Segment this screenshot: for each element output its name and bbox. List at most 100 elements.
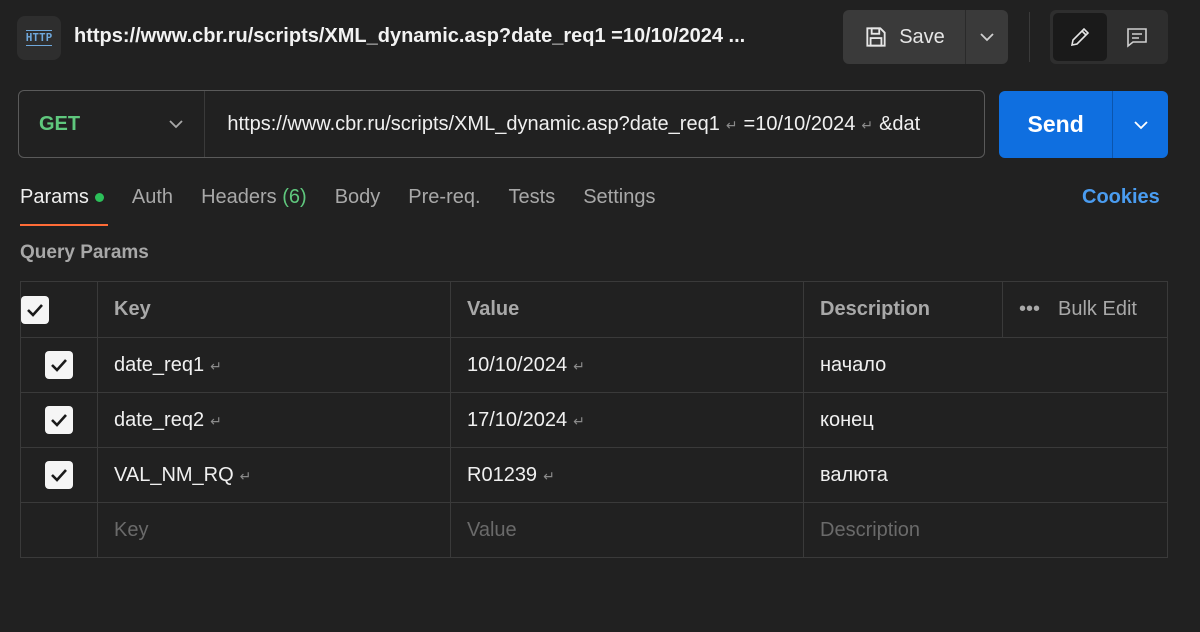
url-part: =10/10/2024 [743, 112, 856, 135]
description-header-label: Description [820, 298, 931, 320]
tab-label: Pre-req. [408, 186, 481, 208]
query-params-table: Key Value Description ••• Bulk Edit date… [20, 281, 1168, 558]
more-options-icon[interactable]: ••• [1019, 298, 1040, 321]
row-checkbox-cell [20, 337, 98, 393]
edit-button[interactable] [1053, 13, 1107, 61]
send-options-button[interactable] [1112, 91, 1168, 158]
new-value-input[interactable]: Value [450, 502, 804, 558]
url-bar: GET https://www.cbr.ru/scripts/XML_dynam… [18, 90, 985, 158]
param-key-cell[interactable]: VAL_NM_RQ ↵ [97, 447, 451, 503]
param-description-cell[interactable]: конец [803, 392, 1168, 448]
param-key: date_req2 [114, 408, 205, 431]
return-icon: ↵ [573, 412, 585, 429]
param-key-cell[interactable]: date_req1 ↵ [97, 337, 451, 393]
param-value: 10/10/2024 [467, 353, 568, 376]
comment-icon [1127, 28, 1147, 48]
save-icon [866, 27, 886, 47]
tab-headers[interactable]: Headers (6) [201, 186, 307, 226]
row-checkbox[interactable] [45, 351, 73, 379]
tab-label: Headers [201, 186, 277, 208]
tab-label: Settings [583, 186, 656, 208]
table-row: date_req1 ↵ 10/10/2024 ↵ начало [20, 337, 1168, 393]
toolbar-divider [1029, 12, 1030, 62]
param-value-cell[interactable]: R01239 ↵ [450, 447, 804, 503]
chevron-down-icon [169, 120, 183, 129]
new-param-row: Key Value Description [20, 502, 1168, 558]
param-description: начало [820, 353, 887, 376]
param-key-cell[interactable]: date_req2 ↵ [97, 392, 451, 448]
checkmark-icon [51, 469, 67, 482]
return-icon: ↵ [573, 357, 585, 374]
return-icon: ↵ [210, 412, 222, 429]
headers-count: (6) [282, 186, 307, 208]
http-request-icon: HTTP [17, 16, 61, 60]
active-dot-icon [94, 193, 104, 203]
tab-pre-request[interactable]: Pre-req. [408, 186, 480, 226]
tab-label: Body [334, 186, 381, 208]
tab-tests[interactable]: Tests [509, 186, 556, 226]
value-placeholder: Value [467, 518, 517, 541]
method-label: GET [39, 112, 81, 135]
tab-label: Params [20, 186, 89, 208]
tab-params[interactable]: Params [20, 186, 108, 226]
row-checkbox[interactable] [45, 461, 73, 489]
active-tab-indicator [20, 224, 108, 226]
param-description-cell[interactable]: начало [803, 337, 1168, 393]
description-column-header: Description ••• Bulk Edit [803, 281, 1168, 338]
return-icon: ↵ [543, 467, 555, 484]
checkmark-icon [51, 414, 67, 427]
request-tabs: Params Auth Headers (6) Body Pre-req. Te… [20, 186, 683, 226]
select-all-checkbox[interactable] [21, 295, 49, 324]
send-button[interactable]: Send [999, 91, 1112, 158]
tab-label: Tests [508, 186, 556, 208]
param-value: 17/10/2024 [467, 408, 568, 431]
row-checkbox-cell [20, 392, 98, 448]
value-column-header: Value [450, 281, 804, 338]
return-icon: ↵ [210, 357, 222, 374]
param-description: конец [820, 408, 874, 431]
tab-settings[interactable]: Settings [583, 186, 655, 226]
new-description-input[interactable]: Description [803, 502, 1168, 558]
url-input[interactable]: https://www.cbr.ru/scripts/XML_dynamic.a… [205, 113, 984, 136]
param-value-cell[interactable]: 17/10/2024 ↵ [450, 392, 804, 448]
cookies-link[interactable]: Cookies [1082, 186, 1160, 209]
description-placeholder: Description [820, 518, 921, 541]
save-label: Save [899, 25, 945, 48]
table-row: VAL_NM_RQ ↵ R01239 ↵ валюта [20, 447, 1168, 503]
send-button-group: Send [999, 91, 1168, 158]
chevron-down-icon [980, 33, 994, 42]
key-column-header: Key [97, 281, 451, 338]
return-icon: ↵ [239, 467, 252, 484]
param-key: date_req1 [114, 353, 205, 376]
param-description-cell[interactable]: валюта [803, 447, 1168, 503]
query-params-title: Query Params [20, 242, 149, 263]
bulk-edit-button[interactable]: Bulk Edit [1058, 298, 1137, 321]
checkmark-icon [27, 303, 43, 317]
row-checkbox[interactable] [45, 406, 73, 434]
tab-label: Auth [131, 186, 174, 208]
return-icon: ↵ [725, 116, 738, 133]
key-placeholder: Key [114, 518, 149, 541]
new-key-input[interactable]: Key [97, 502, 451, 558]
request-title[interactable]: https://www.cbr.ru/scripts/XML_dynamic.a… [74, 25, 804, 48]
comments-button[interactable] [1110, 13, 1164, 61]
url-part: https://www.cbr.ru/scripts/XML_dynamic.a… [227, 112, 720, 135]
method-select[interactable]: GET [19, 91, 206, 157]
tab-body[interactable]: Body [335, 186, 381, 226]
table-row: date_req2 ↵ 17/10/2024 ↵ конец [20, 392, 1168, 448]
save-button[interactable]: Save [843, 10, 965, 64]
empty-checkbox-cell [20, 502, 98, 558]
tab-auth[interactable]: Auth [132, 186, 173, 226]
return-icon: ↵ [861, 116, 874, 133]
table-header-row: Key Value Description ••• Bulk Edit [20, 281, 1168, 338]
url-part: &dat [879, 112, 921, 135]
param-key: VAL_NM_RQ [114, 463, 234, 486]
save-button-group: Save [843, 10, 1008, 64]
param-value-cell[interactable]: 10/10/2024 ↵ [450, 337, 804, 393]
select-all-cell [20, 281, 98, 338]
chevron-down-icon [1134, 120, 1148, 129]
param-description: валюта [820, 463, 888, 486]
bulk-edit-area: ••• Bulk Edit [1002, 282, 1137, 337]
save-options-button[interactable] [965, 10, 1008, 64]
param-value: R01239 [467, 463, 538, 486]
